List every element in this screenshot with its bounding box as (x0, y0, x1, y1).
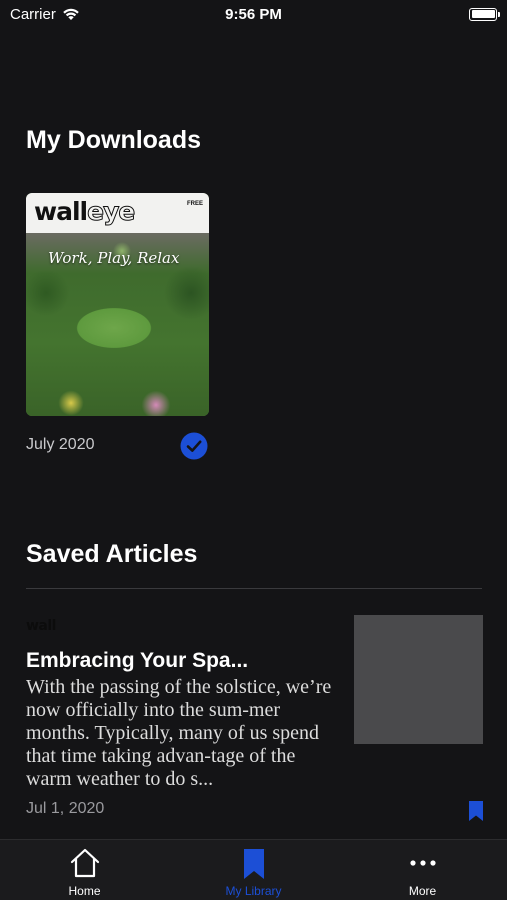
article-thumbnail (354, 615, 483, 744)
article-excerpt: With the passing of the solstice, we’re … (26, 676, 332, 790)
home-icon (70, 848, 99, 878)
cover-headline: Work, Play, Relax (48, 249, 180, 267)
cover-logo-solid: wall (34, 197, 88, 226)
tab-more[interactable]: More (338, 840, 507, 900)
downloaded-check-icon[interactable] (180, 432, 208, 460)
cover-free-badge: FREE (186, 201, 203, 207)
article-date: Jul 1, 2020 (26, 800, 105, 817)
magazine-cover[interactable]: walleye FREE Work, Play, Relax (26, 193, 209, 416)
ellipsis-icon (409, 860, 436, 866)
cover-masthead: walleye FREE (26, 193, 209, 233)
section-divider (26, 588, 482, 589)
tab-my-library[interactable]: My Library (169, 840, 338, 900)
saved-section-title: Saved Articles (26, 540, 198, 568)
tab-more-label: More (408, 884, 437, 898)
cover-logo-outline: eye (87, 197, 136, 227)
status-left: Carrier (10, 6, 80, 23)
tab-bar: Home My Library More (0, 839, 507, 900)
battery-fill (471, 10, 495, 18)
carrier-label: Carrier (10, 5, 56, 23)
tab-home[interactable]: Home (0, 840, 169, 900)
cover-logo: walleye (34, 197, 136, 227)
publication-logo: wall (26, 618, 56, 634)
battery-icon (469, 7, 500, 21)
issue-label: July 2020 (26, 436, 95, 453)
tab-home-label: Home (68, 884, 101, 898)
bookmark-icon[interactable] (467, 800, 485, 822)
status-bar: Carrier 9:56 PM (0, 0, 507, 28)
wifi-icon (63, 8, 79, 20)
downloads-section-title: My Downloads (26, 126, 202, 154)
bookmark-icon (243, 849, 264, 879)
tab-my-library-label: My Library (225, 884, 282, 898)
article-title: Embracing Your Spa... (26, 649, 249, 672)
saved-article-card[interactable]: wall Embracing Your Spa... With the pass… (0, 610, 507, 830)
